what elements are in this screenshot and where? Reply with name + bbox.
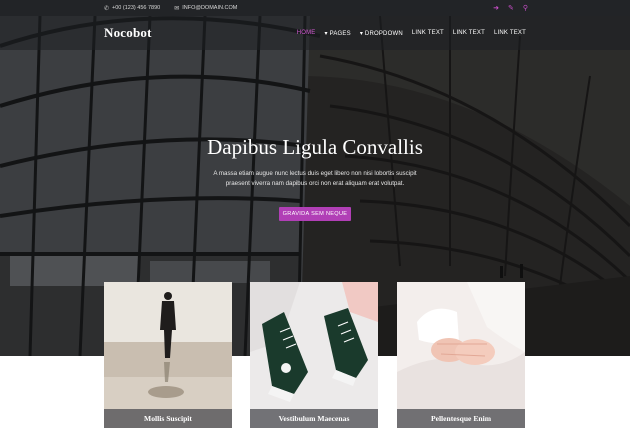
card-title: Vestibulum Maecenas xyxy=(250,409,378,428)
main-navbar: Nocobot HOME ▾ PAGES ▾ DROPDOWN LINK TEX… xyxy=(0,16,630,50)
login-icon[interactable]: ➜ xyxy=(493,5,499,12)
feature-card[interactable]: Vestibulum Maecenas xyxy=(250,282,378,428)
phone-contact: ✆ +00 (123) 456 7890 xyxy=(104,5,160,12)
hero-subtitle: A massa etiam augue nunc lectus duis ege… xyxy=(213,170,417,187)
nav-item-home[interactable]: HOME xyxy=(297,30,316,37)
nav-item-link-2[interactable]: LINK TEXT xyxy=(453,30,485,37)
nav-item-pages-label: PAGES xyxy=(329,30,351,37)
hero-title: Dapibus Ligula Convallis xyxy=(207,135,423,159)
nav-item-link-1[interactable]: LINK TEXT xyxy=(412,30,444,37)
card-title: Pellentesque Enim xyxy=(397,409,525,428)
top-tools: ➜ ✎ ⚲ xyxy=(493,5,528,12)
top-contact-bar: ✆ +00 (123) 456 7890 ✉ INFO@DOMAIN.COM ➜… xyxy=(0,0,630,16)
email-address[interactable]: INFO@DOMAIN.COM xyxy=(182,5,237,11)
card-title: Mollis Suscipit xyxy=(104,409,232,428)
phone-icon: ✆ xyxy=(104,5,110,12)
site-logo[interactable]: Nocobot xyxy=(104,25,152,41)
phone-number: +00 (123) 456 7890 xyxy=(112,5,161,11)
hands-sweater-image xyxy=(397,282,525,428)
envelope-icon: ✉ xyxy=(174,5,180,12)
nav-menu: HOME ▾ PAGES ▾ DROPDOWN LINK TEXT LINK T… xyxy=(297,30,526,37)
sneakers-image xyxy=(250,282,378,428)
nav-item-dropdown[interactable]: ▾ DROPDOWN xyxy=(360,30,403,37)
beach-walker-image xyxy=(104,282,232,428)
nav-item-link-3[interactable]: LINK TEXT xyxy=(494,30,526,37)
nav-item-pages[interactable]: ▾ PAGES xyxy=(325,30,351,37)
edit-icon[interactable]: ✎ xyxy=(508,5,514,12)
nav-item-dropdown-label: DROPDOWN xyxy=(364,30,403,37)
hero-cta-button[interactable]: GRAVIDA SEM NEQUE xyxy=(279,207,351,221)
feature-card[interactable]: Pellentesque Enim xyxy=(397,282,525,428)
feature-card[interactable]: Mollis Suscipit xyxy=(104,282,232,428)
email-contact[interactable]: ✉ INFO@DOMAIN.COM xyxy=(174,5,237,12)
search-icon[interactable]: ⚲ xyxy=(523,5,528,12)
